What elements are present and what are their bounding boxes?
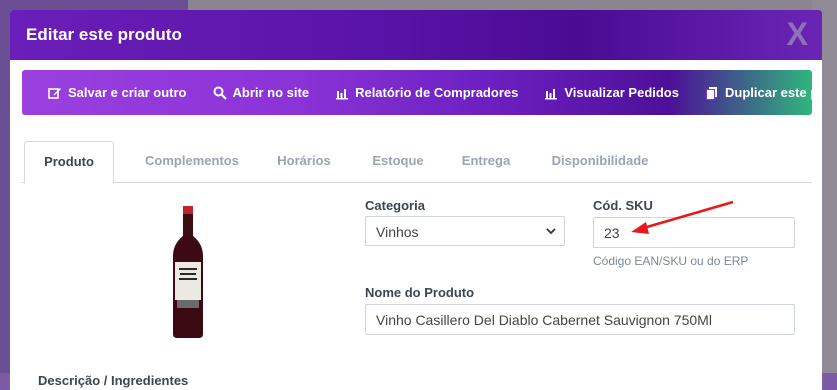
edit-product-modal: Editar este produto X Salvar e criar out…	[10, 10, 822, 390]
annotation-arrow	[631, 200, 734, 234]
